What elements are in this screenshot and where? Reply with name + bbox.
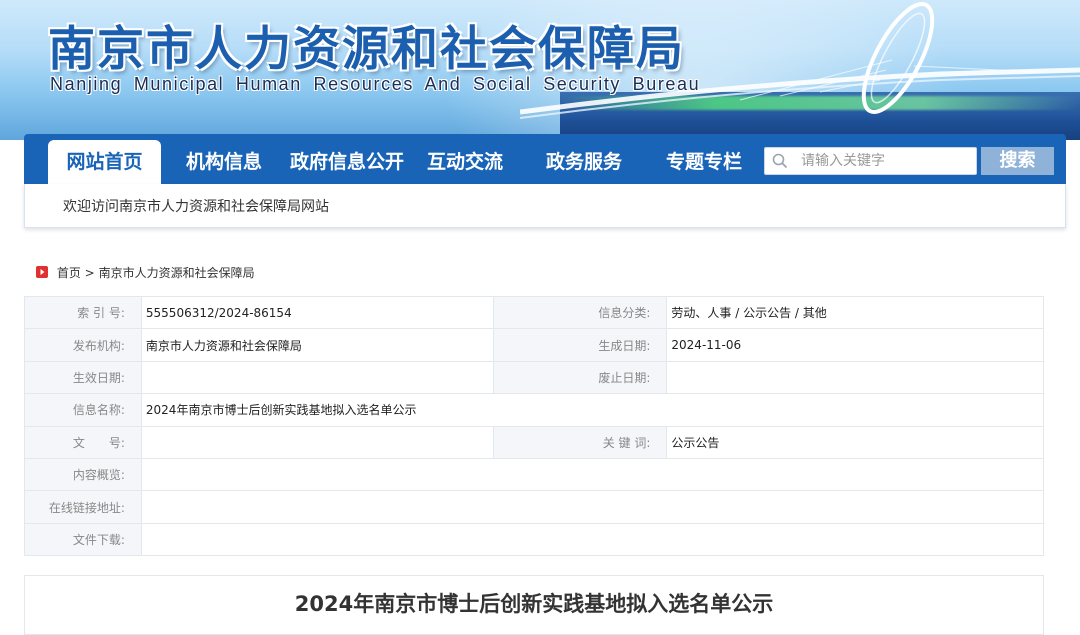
header-banner: 南京市人力资源和社会保障局 Nanjing Municipal Human Re… [0, 0, 1080, 140]
article-title: 2024年南京市博士后创新实践基地拟入选名单公示 [294, 592, 774, 616]
expiry-date-value [666, 360, 1044, 395]
keywords-value: 公示公告 [666, 425, 1044, 459]
keywords-label: 关 键 词: [492, 425, 668, 459]
info-name-value: 2024年南京市博士后创新实践基地拟入选名单公示 [140, 393, 1045, 427]
breadcrumb-separator: > [84, 266, 95, 280]
expiry-date-label: 废止日期: [492, 360, 668, 395]
nav-item-services[interactable]: 政务服务 [536, 140, 632, 184]
effective-date-label: 生效日期: [24, 360, 142, 395]
search-input[interactable] [801, 148, 971, 174]
table-row: 内容概览: [24, 457, 1045, 492]
table-row: 生效日期: 废止日期: [24, 360, 1044, 395]
search-icon [772, 153, 788, 169]
site-title-english: Nanjing Municipal Human Resources And So… [50, 74, 701, 94]
publisher-value: 南京市人力资源和社会保障局 [140, 328, 494, 362]
nav-item-organization[interactable]: 机构信息 [174, 140, 274, 184]
info-name-label: 信息名称: [24, 393, 142, 427]
nav-item-topics[interactable]: 专题专栏 [656, 140, 752, 184]
summary-value [140, 457, 1045, 492]
table-row: 索 引 号: 555506312/2024-86154 信息分类: 劳动、人事 … [24, 295, 1044, 330]
index-label: 索 引 号: [24, 295, 142, 330]
breadcrumb-current-link[interactable]: 南京市人力资源和社会保障局 [99, 266, 255, 280]
online-link-value[interactable] [140, 490, 1045, 524]
category-value: 劳动、人事 / 公示公告 / 其他 [666, 295, 1044, 330]
breadcrumb: 首页 > 南京市人力资源和社会保障局 [36, 264, 255, 282]
category-label: 信息分类: [492, 295, 668, 330]
table-row: 发布机构: 南京市人力资源和社会保障局 生成日期: 2024-11-06 [24, 328, 1044, 362]
index-value: 555506312/2024-86154 [140, 295, 494, 330]
search-button[interactable]: 搜索 [981, 147, 1054, 175]
publisher-label: 发布机构: [24, 328, 142, 362]
file-download-label: 文件下载: [24, 522, 142, 557]
nav-item-gov-info[interactable]: 政府信息公开 [282, 140, 412, 184]
created-date-value: 2024-11-06 [666, 328, 1044, 362]
effective-date-value [140, 360, 494, 395]
table-row: 文件下载: [24, 522, 1045, 557]
summary-label: 内容概览: [24, 457, 142, 492]
created-date-label: 生成日期: [492, 328, 668, 362]
search-box [764, 147, 977, 175]
online-link-label: 在线链接地址: [24, 490, 142, 524]
doc-number-value [140, 425, 494, 459]
doc-number-label: 文 号: [24, 425, 142, 459]
info-table: 索 引 号: 555506312/2024-86154 信息分类: 劳动、人事 … [24, 295, 1045, 557]
welcome-bar: 欢迎访问南京市人力资源和社会保障局网站 [24, 184, 1066, 228]
nav-item-home[interactable]: 网站首页 [48, 140, 161, 184]
table-row: 文 号: 关 键 词: 公示公告 [24, 425, 1044, 459]
nav-item-interaction[interactable]: 互动交流 [420, 140, 510, 184]
main-nav: 网站首页 机构信息 政府信息公开 互动交流 政务服务 专题专栏 搜索 [24, 134, 1066, 184]
site-title: 南京市人力资源和社会保障局 [48, 22, 685, 77]
breadcrumb-home-link[interactable]: 首页 [57, 266, 81, 280]
table-row: 信息名称: 2024年南京市博士后创新实践基地拟入选名单公示 [24, 393, 1045, 427]
article-panel: 2024年南京市博士后创新实践基地拟入选名单公示 [24, 575, 1044, 635]
welcome-text: 欢迎访问南京市人力资源和社会保障局网站 [63, 199, 329, 215]
play-icon [36, 266, 48, 278]
file-download-value[interactable] [140, 522, 1045, 557]
table-row: 在线链接地址: [24, 490, 1045, 524]
